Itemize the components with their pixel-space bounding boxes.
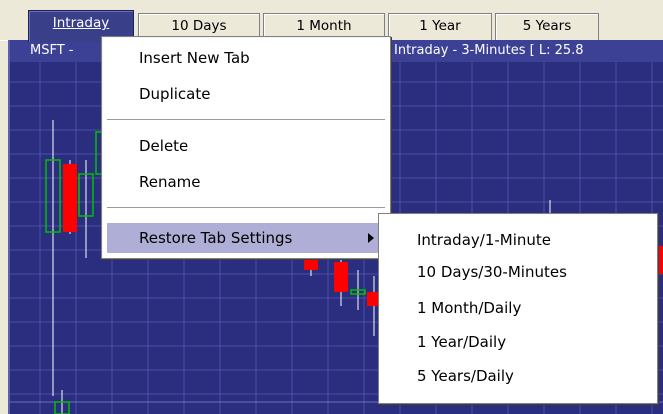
tab-context-menu: Insert New Tab Duplicate Delete Rename R…	[101, 36, 391, 259]
candle-down	[334, 262, 348, 292]
tab-5-years[interactable]: 5 Years	[495, 13, 599, 40]
submenu-intraday-1-minute[interactable]: Intraday/1-Minute	[379, 224, 657, 256]
menu-restore-tab-settings-label: Restore Tab Settings	[139, 229, 293, 247]
submenu-10-days-30-minutes[interactable]: 10 Days/30-Minutes	[379, 256, 657, 288]
submenu-5-years-daily[interactable]: 5 Years/Daily	[379, 360, 657, 392]
menu-rename[interactable]: Rename	[102, 167, 388, 197]
tab-1-year[interactable]: 1 Year	[388, 13, 492, 40]
submenu-1-month-daily[interactable]: 1 Month/Daily	[379, 292, 657, 324]
menu-delete[interactable]: Delete	[102, 131, 388, 161]
candle-down	[63, 164, 77, 232]
submenu-arrow-icon	[368, 233, 374, 243]
restore-settings-submenu: Intraday/1-Minute 10 Days/30-Minutes 1 M…	[378, 213, 658, 404]
tab-1-month-label: 1 Month	[296, 18, 352, 34]
tab-5-years-label: 5 Years	[522, 18, 572, 34]
submenu-1-year-daily[interactable]: 1 Year/Daily	[379, 326, 657, 358]
candle-down	[658, 246, 663, 274]
menu-restore-tab-settings[interactable]: Restore Tab Settings	[107, 223, 387, 253]
menu-insert-new-tab[interactable]: Insert New Tab	[102, 43, 388, 73]
menu-duplicate[interactable]: Duplicate	[102, 79, 388, 109]
tab-10-days-label: 10 Days	[171, 18, 227, 34]
menu-separator	[107, 207, 385, 211]
tab-1-year-label: 1 Year	[419, 18, 461, 34]
tab-intraday-label: Intraday	[52, 15, 110, 31]
menu-separator	[107, 119, 385, 123]
